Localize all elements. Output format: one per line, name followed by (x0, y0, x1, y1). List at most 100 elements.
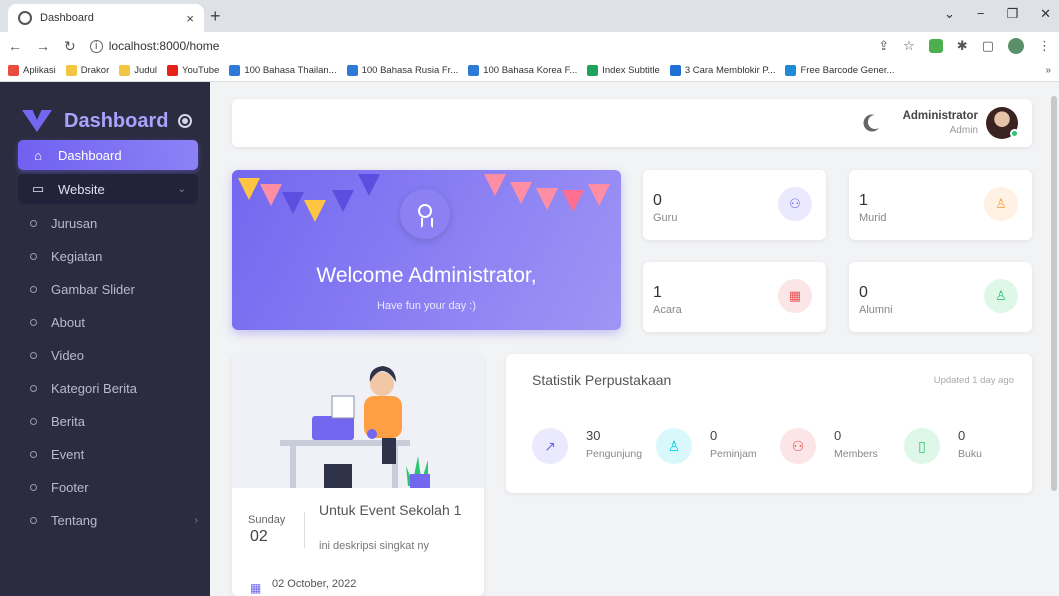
confetti-flag (510, 182, 532, 204)
library-stat-label: Peminjam (710, 448, 757, 460)
stat-value: 0 (859, 284, 868, 301)
circle-icon (30, 318, 37, 326)
stat-value: 0 (653, 192, 662, 209)
sidebar-subitem-label: Jurusan (51, 215, 98, 231)
bookmark-item[interactable]: Judul (119, 65, 157, 76)
sidebar-subitem-label: Gambar Slider (51, 281, 135, 297)
confetti-flag (238, 178, 260, 200)
confetti-flag (304, 200, 326, 222)
avatar[interactable] (986, 107, 1019, 139)
bookmark-icon (587, 65, 599, 76)
bookmark-item[interactable]: Drakor (65, 65, 109, 76)
sidebar-subitem-kategori-berita[interactable]: Kategori Berita (30, 375, 198, 401)
stat-card-acara: 1 Acara ▦ (643, 262, 826, 332)
restore-icon[interactable]: ❐ (1006, 6, 1018, 22)
library-stat-label: Buku (958, 448, 982, 460)
bookmark-icon (229, 65, 241, 76)
puzzle-icon[interactable]: ✱ (957, 38, 968, 54)
back-icon[interactable]: ← (8, 38, 22, 54)
confetti-flag (536, 188, 558, 210)
profile-icon[interactable] (1008, 38, 1024, 54)
browser-tab[interactable]: Dashboard × (8, 4, 204, 32)
sidebar-subitem-about[interactable]: About (30, 309, 198, 335)
sidebar-subitem-video[interactable]: Video (30, 342, 198, 368)
extension-icon[interactable] (928, 39, 943, 53)
globe-icon (18, 11, 32, 25)
new-tab-button[interactable]: + (210, 6, 221, 27)
library-stat-label: Members (834, 448, 878, 460)
calendar-icon: ▦ (778, 279, 812, 313)
sidebar-subitem-label: Tentang (51, 512, 98, 528)
bookmark-icon (65, 65, 77, 76)
bookmark-item[interactable]: YouTube (166, 65, 220, 76)
sidebar-toggle-icon[interactable] (178, 114, 192, 128)
sidebar-subitem-gambar-slider[interactable]: Gambar Slider (30, 276, 198, 302)
circle-icon (30, 450, 37, 458)
bookmarks-bar: Aplikasi Drakor Judul YouTube 100 Bahasa Tha… (0, 60, 1059, 82)
bookmark-label: 3 Cara Memblokir P... (684, 65, 776, 76)
sidebar-item-dashboard[interactable]: ⌂ Dashboard (18, 140, 198, 170)
page-scrollbar[interactable] (1051, 96, 1057, 491)
stat-card-guru: 0 Guru ⚇ (643, 170, 826, 240)
minimize-icon[interactable]: − (977, 6, 985, 22)
info-icon[interactable]: i (89, 39, 103, 53)
confetti-flag (332, 190, 354, 212)
sidebar-item-label: Dashboard (58, 147, 122, 163)
bookmark-item[interactable]: Aplikasi (8, 65, 56, 76)
stat-card-murid: 1 Murid ♙ (849, 170, 1032, 240)
sidebar-subitem-berita[interactable]: Berita (30, 408, 198, 434)
welcome-title: Welcome Administrator, (316, 264, 537, 287)
tab-search-icon[interactable]: ⌄ (944, 6, 955, 22)
library-updated-text: Updated 1 day ago (933, 375, 1014, 386)
library-stat-value: 0 (834, 428, 842, 443)
confetti-flag (260, 184, 282, 206)
close-window-icon[interactable]: ✕ (1040, 6, 1051, 22)
event-date: 02 (250, 528, 268, 545)
url-field[interactable]: i localhost:8000/home (89, 39, 219, 53)
bookmark-item[interactable]: Index Subtitle (587, 65, 660, 76)
library-stats-card: Statistik Perpustakaan Updated 1 day ago… (506, 354, 1032, 493)
bookmark-icon (8, 65, 19, 76)
sidebar-item-website[interactable]: ▭ Website ⌄ (18, 174, 198, 204)
confetti-flag (484, 174, 506, 196)
sidepanel-icon[interactable]: ▢ (982, 38, 994, 54)
user-icon: ♙ (984, 279, 1018, 313)
bookmark-item[interactable]: 100 Bahasa Thailan... (229, 65, 337, 76)
tab-close-icon[interactable]: × (186, 11, 194, 26)
sidebar-subitem-tentang[interactable]: Tentang › (30, 507, 198, 533)
bookmark-item[interactable]: Free Barcode Gener... (785, 65, 894, 76)
sidebar: Dashboard ⌂ Dashboard ▭ Website ⌄ Jurusa… (0, 82, 210, 596)
confetti-flag (562, 190, 584, 212)
reload-icon[interactable]: ↻ (64, 38, 76, 55)
stat-label: Alumni (859, 304, 893, 316)
sidebar-subitem-jurusan[interactable]: Jurusan (30, 210, 198, 236)
library-stat-label: Pengunjung (586, 448, 643, 460)
bookmark-item[interactable]: 3 Cara Memblokir P... (669, 65, 776, 76)
bookmark-label: YouTube (181, 65, 220, 76)
forward-icon[interactable]: → (36, 38, 50, 54)
chevron-down-icon: ⌄ (177, 183, 186, 195)
star-icon[interactable]: ☆ (903, 38, 915, 54)
welcome-card: Welcome Administrator, Have fun your day… (232, 170, 621, 330)
bookmarks-more-icon[interactable]: » (1045, 65, 1051, 76)
moon-icon[interactable] (868, 115, 882, 129)
library-stat-value: 30 (586, 428, 601, 443)
bookmark-label: 100 Bahasa Thailan... (244, 65, 337, 76)
calendar-icon: ▦ (250, 581, 262, 595)
share-icon[interactable]: ⇪ (878, 38, 889, 54)
welcome-subtitle: Have fun your day :) (376, 300, 477, 312)
bookmark-label: Index Subtitle (602, 65, 660, 76)
sidebar-subitem-event[interactable]: Event (30, 441, 198, 467)
event-card[interactable]: Sunday 02 Untuk Event Sekolah 1 ini desk… (232, 354, 484, 596)
library-stats-title: Statistik Perpustakaan (532, 372, 672, 388)
bookmark-item[interactable]: 100 Bahasa Korea F... (468, 65, 577, 76)
circle-icon (30, 252, 37, 260)
chevron-right-icon: › (194, 514, 198, 526)
menu-dots-icon[interactable]: ⋮ (1038, 38, 1051, 54)
bookmark-item[interactable]: 100 Bahasa Rusia Fr... (346, 65, 458, 76)
brand[interactable]: Dashboard (0, 82, 210, 140)
user-icon: ♙ (656, 428, 692, 464)
sidebar-subitem-kegiatan[interactable]: Kegiatan (30, 243, 198, 269)
sidebar-subitem-footer[interactable]: Footer (30, 474, 198, 500)
confetti-flag (358, 174, 380, 196)
